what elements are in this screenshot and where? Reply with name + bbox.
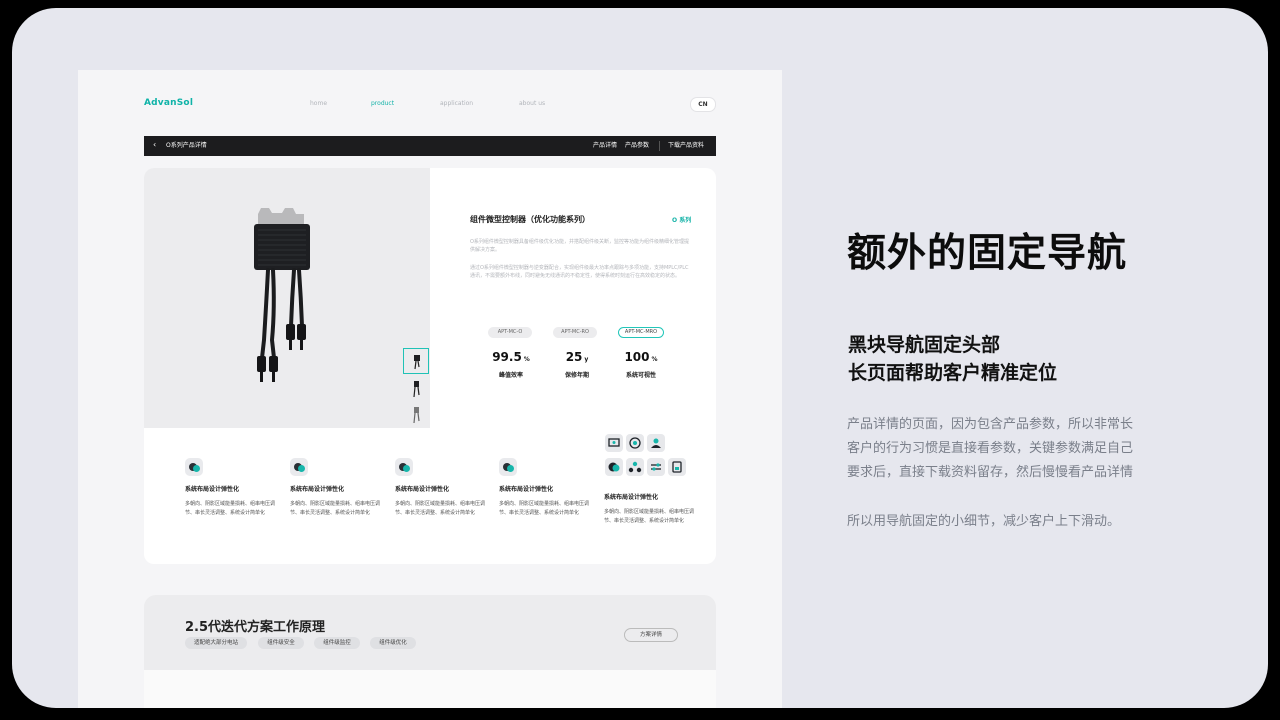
- feature-icon: [290, 458, 308, 476]
- product-image: [254, 208, 310, 382]
- feature-item: 系统布局设计弹性化 多朝向、阴影区域能量损耗、组串电压调节、串长灵活调整、系统设…: [290, 458, 385, 518]
- annotation-body: 客户的行为习惯是直接看参数，关键参数满足自己: [847, 441, 1134, 456]
- solution-tag: 组件级安全: [258, 637, 304, 649]
- model-option-ro[interactable]: APT-MC-RO: [553, 327, 597, 338]
- annotation-title: 额外的固定导航: [847, 231, 1128, 276]
- feature-item: 系统布局设计弹性化 多朝向、阴影区域能量损耗、组串电压调节、串长灵活调整、系统设…: [604, 458, 699, 526]
- annotation-body: 所以用导航固定的小细节，减少客户上下滑动。: [847, 514, 1121, 529]
- solution-tag: 组件级监控: [314, 637, 360, 649]
- sticky-link-details[interactable]: 产品详情: [593, 142, 617, 150]
- stat-warranty: 25 y: [565, 350, 589, 364]
- solution-card-body: [144, 670, 716, 708]
- product-card: 组件微型控制器（优化功能系列） O 系列 O系列组件微型控制器具备组件级优化功能…: [144, 168, 716, 564]
- sticky-link-download[interactable]: 下载产品资料: [668, 142, 704, 150]
- feature-item: 系统布局设计弹性化 多朝向、阴影区域能量损耗、组串电压调节、串长灵活调整、系统设…: [185, 458, 280, 518]
- sticky-nav-title: O系列产品详情: [166, 142, 207, 149]
- feature-title: 系统布局设计弹性化: [290, 486, 345, 493]
- feature-item: 系统布局设计弹性化 多朝向、阴影区域能量损耗、组串电压调节、串长灵活调整、系统设…: [395, 458, 490, 518]
- stat-efficiency: 99.5%: [492, 350, 530, 364]
- monitor-icon: [605, 434, 623, 452]
- annotation-subtitle: 黑块导航固定头部: [848, 334, 1001, 356]
- model-option-mro[interactable]: APT-MC-MRO: [618, 327, 664, 338]
- chevron-left-icon[interactable]: ‹: [153, 141, 156, 149]
- feature-icon: [395, 458, 413, 476]
- brand-logo[interactable]: AdvanSol: [144, 98, 193, 108]
- solution-title: 2.5代迭代方案工作原理: [185, 620, 326, 635]
- nav-application[interactable]: application: [440, 100, 473, 107]
- feature-icon: [185, 458, 203, 476]
- feature-title: 系统布局设计弹性化: [395, 486, 450, 493]
- series-badge: O 系列: [672, 217, 692, 224]
- wifi-icon: [626, 434, 644, 452]
- annotation-body: 产品详情的页面，因为包含产品参数，所以非常长: [847, 417, 1134, 432]
- stat-visibility: 100%: [624, 350, 658, 364]
- product-image-panel: [144, 168, 430, 428]
- feature-title: 系统布局设计弹性化: [499, 486, 554, 493]
- thumbnail-2[interactable]: [403, 376, 429, 402]
- divider: [659, 141, 660, 151]
- feature-title: 系统布局设计弹性化: [604, 494, 659, 501]
- feature-description: 多朝向、阴影区域能量损耗、组串电压调节、串长灵活调整、系统设计简单化: [185, 501, 276, 516]
- feature-description: 多朝向、阴影区域能量损耗、组串电压调节、串长灵活调整、系统设计简单化: [499, 501, 590, 516]
- product-description-2: 通过O系列组件微型控制器与逆变器配合，实现组件级最大功率点跟踪与多项功能，支持M…: [470, 265, 689, 279]
- nav-home[interactable]: home: [310, 100, 327, 107]
- feature-description: 多朝向、阴影区域能量损耗、组串电压调节、串长灵活调整、系统设计简单化: [604, 509, 695, 524]
- solution-tag: 适配绝大部分电站: [185, 637, 247, 649]
- stat-efficiency-label: 峰值效率: [498, 372, 523, 379]
- annotation-subtitle: 长页面帮助客户精准定位: [848, 362, 1058, 384]
- model-option-o[interactable]: APT-MC-O: [488, 327, 532, 338]
- user-icon: [647, 434, 665, 452]
- feature-icon: [499, 458, 517, 476]
- solution-tag: 组件级优化: [370, 637, 416, 649]
- annotation-body: 要求后，直接下载资料留存，然后慢慢看产品详情: [847, 465, 1134, 480]
- nav-product[interactable]: product: [371, 100, 394, 107]
- feature-item: 系统布局设计弹性化 多朝向、阴影区域能量损耗、组串电压调节、串长灵活调整、系统设…: [499, 458, 594, 518]
- language-toggle[interactable]: CN: [690, 97, 716, 112]
- product-description-1: O系列组件微型控制器具备组件级优化功能，并搭配组件级关断，监控等功能为组件级精细…: [470, 239, 689, 253]
- feature-description: 多朝向、阴影区域能量损耗、组串电压调节、串长灵活调整、系统设计简单化: [395, 501, 486, 516]
- thumbnail-3[interactable]: [403, 402, 429, 428]
- sticky-link-params[interactable]: 产品参数: [625, 142, 649, 150]
- solution-details-button[interactable]: 方案详情: [624, 628, 678, 642]
- stat-visibility-label: 系统可视性: [625, 372, 656, 379]
- product-title: 组件微型控制器（优化功能系列）: [470, 215, 590, 224]
- stat-warranty-label: 保修年期: [564, 372, 589, 379]
- sticky-product-nav: ‹ O系列产品详情 产品详情 产品参数 下载产品资料: [144, 136, 716, 156]
- presentation-frame: AdvanSol home product application about …: [12, 8, 1268, 708]
- thumbnail-1[interactable]: [403, 348, 429, 374]
- nav-about-us[interactable]: about us: [519, 100, 545, 107]
- feature-title: 系统布局设计弹性化: [185, 486, 240, 493]
- solution-card: 2.5代迭代方案工作原理 适配绝大部分电站 组件级安全 组件级监控 组件级优化 …: [144, 595, 716, 708]
- feature-description: 多朝向、阴影区域能量损耗、组串电压调节、串长灵活调整、系统设计简单化: [290, 501, 381, 516]
